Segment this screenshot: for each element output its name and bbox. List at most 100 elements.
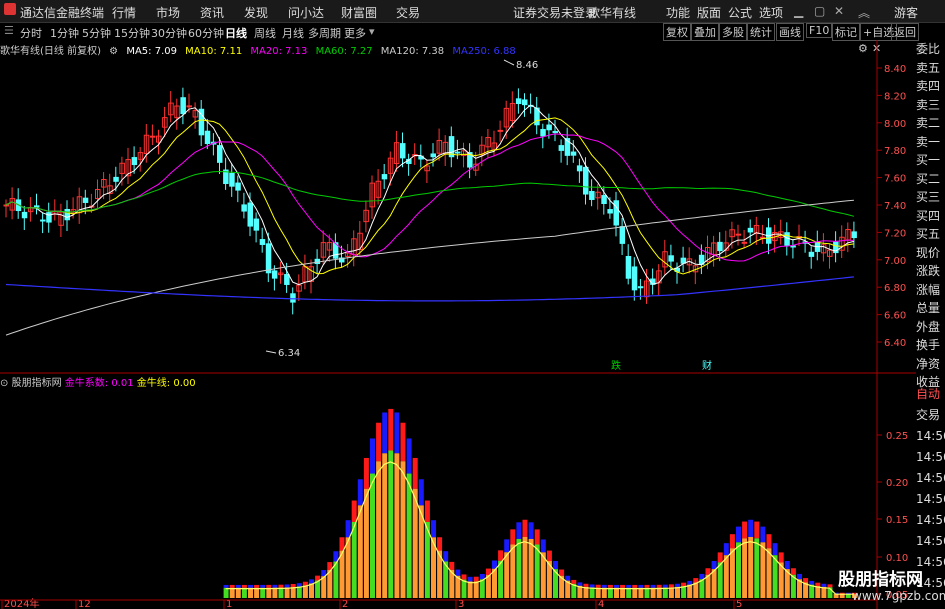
- back-button[interactable]: 返回: [891, 23, 919, 41]
- ind-bar-top: [388, 408, 394, 451]
- mark-button[interactable]: 标记: [832, 23, 860, 41]
- ind-bar-base: [357, 505, 363, 598]
- trade-sidebar-item[interactable]: 交易: [916, 405, 945, 426]
- adjust-button[interactable]: 复权: [663, 23, 691, 41]
- period-tab-60m[interactable]: 60分钟: [188, 25, 224, 41]
- ind-bar-top: [815, 582, 821, 587]
- sidebar-item[interactable]: 现价: [916, 244, 945, 263]
- candle-body: [229, 172, 235, 187]
- sidebar-item[interactable]: 卖二: [916, 114, 945, 133]
- trade-sidebar-item[interactable]: 自动: [916, 384, 945, 405]
- ind-bar-top: [729, 534, 735, 549]
- sidebar-item[interactable]: 净资: [916, 355, 945, 374]
- ind-bar-base: [473, 581, 479, 598]
- ind-bar-top: [778, 552, 784, 563]
- candle-body: [381, 174, 388, 180]
- ind-bar-base: [223, 587, 229, 598]
- candle-body: [735, 233, 741, 236]
- price-tick-label: 6.80: [884, 283, 906, 294]
- period-tab-day[interactable]: 日线: [225, 25, 247, 41]
- sidebar-item[interactable]: 外盘: [916, 318, 945, 337]
- draw-button[interactable]: 画线: [776, 23, 804, 41]
- ind-bar-top: [766, 534, 772, 549]
- ind-bar-base: [705, 574, 711, 598]
- trade-sidebar-item[interactable]: 14:56: [916, 426, 945, 447]
- period-tab-15m[interactable]: 15分钟: [114, 25, 150, 41]
- sidebar-item[interactable]: 买一: [916, 151, 945, 170]
- menu-formula[interactable]: 公式: [728, 4, 752, 21]
- trade-sidebar-item[interactable]: 14:56: [916, 531, 945, 552]
- indicator-toggle-icon[interactable]: ⊙: [0, 378, 8, 389]
- menu-market[interactable]: 市场: [156, 4, 180, 21]
- candle-body: [583, 166, 589, 195]
- candle-body: [637, 286, 644, 289]
- menu-news[interactable]: 资讯: [200, 4, 224, 21]
- stats-button[interactable]: 统计: [747, 23, 775, 41]
- low-price-label: 6.34: [278, 348, 300, 359]
- ind-bar-top: [498, 550, 504, 561]
- sidebar-item[interactable]: 买三: [916, 188, 945, 207]
- menu-ask[interactable]: 问小达: [288, 4, 324, 21]
- period-tab-tick[interactable]: 分时: [20, 25, 42, 41]
- sidebar-item[interactable]: 卖五: [916, 59, 945, 78]
- sidebar-item[interactable]: 买四: [916, 207, 945, 226]
- menu-layout[interactable]: 版面: [697, 4, 721, 21]
- period-tab-1m[interactable]: 1分钟: [50, 25, 79, 41]
- maximize-icon[interactable]: ▢: [814, 4, 825, 18]
- period-tab-30m[interactable]: 30分钟: [151, 25, 187, 41]
- sidebar-item[interactable]: 卖三: [916, 96, 945, 115]
- menu-trade[interactable]: 交易: [396, 4, 420, 21]
- ind-bar-top: [742, 521, 748, 539]
- collapse-icon[interactable]: ︽: [858, 4, 870, 21]
- sidebar-item[interactable]: 总量: [916, 299, 945, 318]
- period-tab-5m[interactable]: 5分钟: [82, 25, 111, 41]
- ind-bar-top: [406, 438, 412, 474]
- menu-discover[interactable]: 发现: [244, 4, 268, 21]
- ind-bar-base: [260, 587, 266, 598]
- login-status[interactable]: 证券交易未登录: [513, 4, 597, 21]
- menu-function[interactable]: 功能: [666, 4, 690, 21]
- candle-body: [576, 165, 583, 172]
- candle-body: [851, 231, 857, 239]
- period-tab-month[interactable]: 月线: [282, 25, 304, 41]
- price-tick-label: 7.60: [884, 174, 906, 185]
- candle-body: [613, 200, 619, 226]
- sidebar-item[interactable]: 涨跌: [916, 262, 945, 281]
- sidebar-item[interactable]: 买二: [916, 170, 945, 189]
- sidebar-item[interactable]: 委比: [916, 40, 945, 59]
- gold-bull-line: [225, 461, 854, 595]
- menu-icon[interactable]: ☰: [4, 24, 14, 37]
- sidebar-item[interactable]: 卖四: [916, 77, 945, 96]
- sidebar-item[interactable]: 卖一: [916, 133, 945, 152]
- ma5-line: [5, 104, 855, 286]
- more-dropdown-icon[interactable]: ▾: [369, 25, 375, 38]
- trade-sidebar-item[interactable]: 14:56: [916, 468, 945, 489]
- sidebar-item[interactable]: 换手: [916, 336, 945, 355]
- period-tab-multi[interactable]: 多周期: [308, 25, 341, 41]
- ind-bar-base: [272, 587, 278, 598]
- trade-sidebar: 自动交易14:5614:5614:5614:5614:5614:5614:561…: [916, 384, 945, 594]
- ind-bar-base: [370, 473, 375, 598]
- candle-body: [259, 239, 266, 245]
- ind-bar-top: [711, 560, 717, 570]
- ind-bar-top: [614, 584, 619, 588]
- candle-body: [558, 145, 565, 151]
- period-tab-more[interactable]: 更多: [344, 25, 366, 41]
- minimize-icon[interactable]: ▁: [794, 4, 803, 18]
- ind-bar-base: [528, 538, 534, 598]
- menu-wealth[interactable]: 财富圈: [341, 4, 377, 21]
- ind-bar-base: [754, 538, 760, 598]
- f10-button[interactable]: F10: [806, 23, 833, 38]
- menu-quotes[interactable]: 行情: [112, 4, 136, 21]
- trade-sidebar-item[interactable]: 14:56: [916, 447, 945, 468]
- period-tab-week[interactable]: 周线: [254, 25, 276, 41]
- trade-sidebar-item[interactable]: 14:56: [916, 489, 945, 510]
- close-icon[interactable]: ✕: [834, 4, 844, 18]
- trade-sidebar-item[interactable]: 14:56: [916, 510, 945, 531]
- sidebar-item[interactable]: 涨幅: [916, 281, 945, 300]
- ind-bar-top: [589, 584, 595, 588]
- overlay-button[interactable]: 叠加: [691, 23, 719, 41]
- menu-options[interactable]: 选项: [759, 4, 783, 21]
- sidebar-item[interactable]: 买五: [916, 225, 945, 244]
- multi-stock-button[interactable]: 多股: [719, 23, 747, 41]
